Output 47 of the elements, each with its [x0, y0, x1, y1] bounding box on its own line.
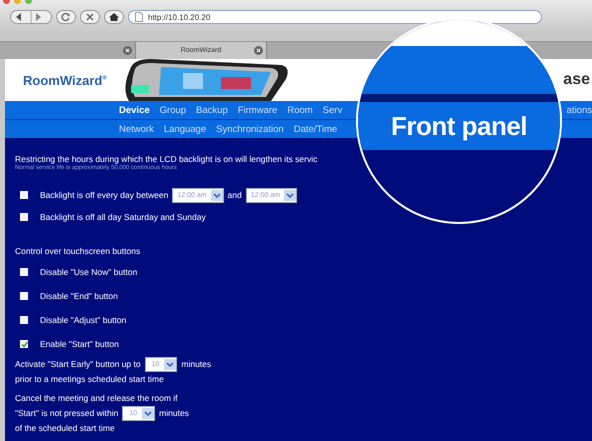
- close-icon[interactable]: [123, 46, 132, 55]
- option-label: Backlight is off all day Saturday and Sunday: [40, 212, 206, 222]
- option-label: Disable "Use Now" button: [40, 267, 138, 277]
- setting-text: Cancel the meeting and release the room if: [15, 392, 179, 405]
- setting-text: minutes: [181, 358, 212, 371]
- stop-icon[interactable]: [80, 10, 100, 24]
- option-label: Enable "Start" button: [40, 339, 119, 349]
- setting-text: of the scheduled start time: [15, 422, 116, 435]
- logo: RoomWizard$^{®}$: [23, 72, 107, 88]
- checkbox[interactable]: [20, 191, 28, 199]
- nav-link[interactable]: Group: [160, 104, 186, 116]
- subnav-link[interactable]: Network: [119, 124, 154, 134]
- option-label: Backlight is off every day between: [40, 190, 168, 200]
- option-label: and: [228, 190, 242, 200]
- checkbox[interactable]: [20, 316, 28, 324]
- nav-link[interactable]: ations: [566, 104, 592, 116]
- home-icon[interactable]: [104, 10, 124, 24]
- subnav-link[interactable]: Language: [164, 124, 206, 134]
- section-heading: Control over touchscreen buttons: [15, 246, 142, 256]
- checkbox[interactable]: [20, 213, 28, 221]
- intro-text: Restricting the hours during which the LCD backlight is on will lengthen its servic: [15, 154, 318, 164]
- close-icon[interactable]: [254, 46, 263, 55]
- dropdown-arrow-icon: [142, 408, 154, 419]
- nav-link[interactable]: Device: [119, 104, 150, 116]
- back-forward-buttons[interactable]: [10, 10, 52, 24]
- checkbox[interactable]: [20, 340, 28, 348]
- page-icon: [135, 12, 143, 22]
- reload-icon[interactable]: [56, 10, 76, 24]
- subnav-link[interactable]: Date/Time: [294, 124, 338, 134]
- nav-link[interactable]: Firmware: [238, 104, 278, 116]
- dropdown-arrow-icon: [284, 190, 296, 200]
- header-text: ase: [563, 71, 591, 89]
- subnav-link[interactable]: Synchronization: [216, 124, 284, 134]
- checkbox[interactable]: [20, 268, 28, 276]
- dropdown-arrow-icon: [210, 190, 223, 200]
- nav-link[interactable]: Backup: [196, 104, 228, 116]
- setting-text: minutes: [159, 407, 189, 420]
- nav-link[interactable]: Serv: [322, 104, 342, 116]
- checkbox[interactable]: [20, 292, 28, 300]
- nav-link[interactable]: Room: [287, 104, 313, 116]
- option-label: Disable "Adjust" button: [40, 315, 126, 325]
- setting-text: Activate "Start Early" button up to: [15, 358, 141, 371]
- setting-text: "Start" is not pressed within: [15, 407, 118, 420]
- setting-text: prior to a meetings scheduled start time: [15, 373, 165, 386]
- dropdown-arrow-icon: [164, 359, 176, 370]
- address-field[interactable]: http://10.10.20.20: [128, 10, 542, 24]
- option-label: Disable "End" button: [40, 291, 118, 301]
